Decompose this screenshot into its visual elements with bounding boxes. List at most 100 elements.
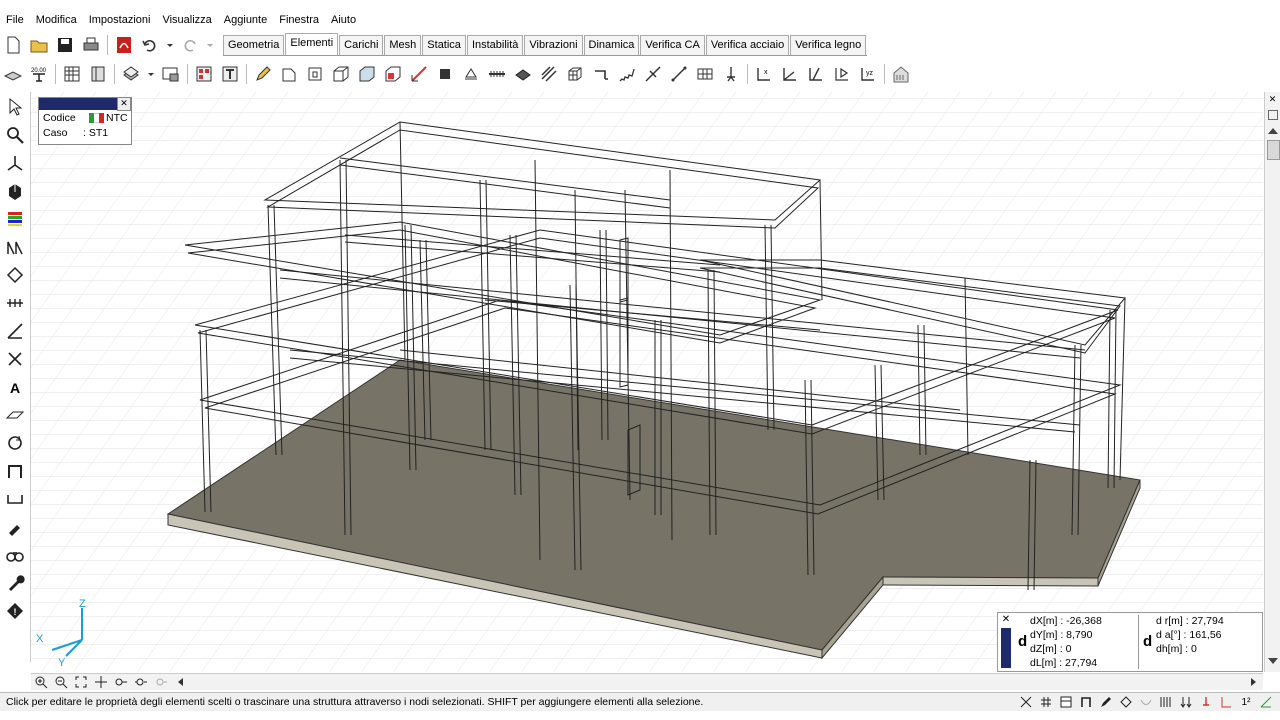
rotate-icon[interactable]: [2, 430, 28, 456]
open-folder-icon[interactable]: [28, 34, 50, 56]
snap-node-icon[interactable]: [1118, 694, 1134, 710]
distribute-icon[interactable]: [2, 290, 28, 316]
tab-geometria[interactable]: Geometria: [223, 35, 285, 55]
model-viewport[interactable]: Z X Y: [31, 92, 1263, 672]
zoom-icon[interactable]: [2, 122, 28, 148]
redo-icon[interactable]: [179, 34, 201, 56]
snap-bars-icon[interactable]: [1158, 694, 1174, 710]
menu-modifica[interactable]: Modifica: [30, 14, 83, 26]
zoom-previous-icon[interactable]: [133, 674, 149, 690]
horizontal-scrollbar[interactable]: [31, 673, 1263, 690]
tab-instabilita[interactable]: Instabilità: [466, 35, 524, 55]
menu-aiuto[interactable]: Aiuto: [325, 14, 362, 26]
zoom-out-icon[interactable]: [53, 674, 69, 690]
portal-frame-icon[interactable]: [2, 458, 28, 484]
restore-icon[interactable]: [1268, 110, 1278, 120]
beam-spring-icon[interactable]: [486, 63, 508, 85]
number-indicator[interactable]: 1²: [1238, 694, 1254, 710]
color-layers-icon[interactable]: [2, 206, 28, 232]
scroll-thumb[interactable]: [1267, 140, 1280, 160]
menu-file[interactable]: File: [0, 14, 30, 26]
info-icon[interactable]: !: [2, 598, 28, 624]
tab-verifica-acciaio[interactable]: Verifica acciaio: [705, 35, 790, 55]
menu-aggiunte[interactable]: Aggiunte: [218, 14, 273, 26]
tab-verifica-ca[interactable]: Verifica CA: [640, 35, 705, 55]
snap-table-icon[interactable]: [1058, 694, 1074, 710]
scroll-right-icon[interactable]: [1245, 674, 1261, 690]
scroll-left-icon[interactable]: [173, 674, 189, 690]
tab-vibrazioni[interactable]: Vibrazioni: [524, 35, 583, 55]
section-properties-icon[interactable]: [87, 63, 109, 85]
solid-block-icon[interactable]: [434, 63, 456, 85]
load-node-icon[interactable]: [720, 63, 742, 85]
support-icon[interactable]: [460, 63, 482, 85]
axes-view-icon[interactable]: [2, 150, 28, 176]
zoom-in-icon[interactable]: [33, 674, 49, 690]
snap-axis-icon[interactable]: [1218, 694, 1234, 710]
menu-visualizza[interactable]: Visualizza: [156, 14, 217, 26]
element-list-icon[interactable]: [193, 63, 215, 85]
box-view-icon[interactable]: [2, 178, 28, 204]
wall-element-icon[interactable]: [278, 63, 300, 85]
frame-element-icon[interactable]: [330, 63, 352, 85]
table-icon[interactable]: [61, 63, 83, 85]
tab-elementi[interactable]: Elementi: [285, 33, 339, 55]
axis-x-icon[interactable]: x: [753, 63, 775, 85]
beam-slope-icon[interactable]: [408, 63, 430, 85]
scroll-up-icon[interactable]: ✕: [1267, 94, 1278, 104]
layer-plane-icon[interactable]: [2, 63, 24, 85]
zoom-next-icon[interactable]: [153, 674, 169, 690]
element-table-icon[interactable]: [219, 63, 241, 85]
undo-dropdown-icon[interactable]: [165, 34, 175, 56]
save-icon[interactable]: [54, 34, 76, 56]
brush-icon[interactable]: [2, 514, 28, 540]
plane-icon[interactable]: [2, 402, 28, 428]
menu-impostazioni[interactable]: Impostazioni: [83, 14, 157, 26]
tab-statica[interactable]: Statica: [422, 35, 466, 55]
snap-grid-icon[interactable]: [1038, 694, 1054, 710]
wrench-icon[interactable]: [2, 570, 28, 596]
print-icon[interactable]: [80, 34, 102, 56]
snap-angle-icon[interactable]: [1258, 694, 1274, 710]
snap-arc-icon[interactable]: [1138, 694, 1154, 710]
dimension-icon[interactable]: [2, 234, 28, 260]
tab-mesh[interactable]: Mesh: [384, 35, 422, 55]
binoculars-icon[interactable]: [2, 542, 28, 568]
connection-icon[interactable]: [2, 486, 28, 512]
zoom-window-icon[interactable]: [113, 674, 129, 690]
axis-rotate-icon[interactable]: [805, 63, 827, 85]
slab-element-icon[interactable]: [356, 63, 378, 85]
pdf-export-icon[interactable]: [113, 34, 135, 56]
snap-load-icon[interactable]: [1198, 694, 1214, 710]
tab-verifica-legno[interactable]: Verifica legno: [790, 35, 867, 55]
axis-local-icon[interactable]: yz: [857, 63, 879, 85]
node-icon[interactable]: [2, 262, 28, 288]
pencil-edit-icon[interactable]: [252, 63, 274, 85]
snap-cross-icon[interactable]: [1018, 694, 1034, 710]
measure-angle-icon[interactable]: [2, 318, 28, 344]
cage-icon[interactable]: [564, 63, 586, 85]
menu-finestra[interactable]: Finestra: [273, 14, 325, 26]
redo-dropdown-icon[interactable]: [205, 34, 215, 56]
snap-pencil-icon[interactable]: [1098, 694, 1114, 710]
rigid-link-icon[interactable]: [668, 63, 690, 85]
materials-icon[interactable]: [120, 63, 142, 85]
spring-element-icon[interactable]: [616, 63, 638, 85]
vertical-scrollbar[interactable]: ✕: [1264, 92, 1280, 672]
truss-icon[interactable]: [538, 63, 560, 85]
new-file-icon[interactable]: [2, 34, 24, 56]
axis-flag-icon[interactable]: [831, 63, 853, 85]
diagonal-member-icon[interactable]: [642, 63, 664, 85]
foundation-icon[interactable]: [512, 63, 534, 85]
render-settings-icon[interactable]: [160, 63, 182, 85]
close-icon[interactable]: ✕: [117, 97, 131, 111]
pan-icon[interactable]: [93, 674, 109, 690]
text-annotation-icon[interactable]: A: [2, 374, 28, 400]
close-icon[interactable]: ✕: [1000, 614, 1012, 626]
select-pointer-icon[interactable]: [2, 94, 28, 120]
axis-incline-icon[interactable]: [779, 63, 801, 85]
cut-icon[interactable]: [2, 346, 28, 372]
undo-icon[interactable]: [139, 34, 161, 56]
building-icon[interactable]: [890, 63, 912, 85]
scroll-down-arrow-icon[interactable]: [1268, 658, 1278, 664]
